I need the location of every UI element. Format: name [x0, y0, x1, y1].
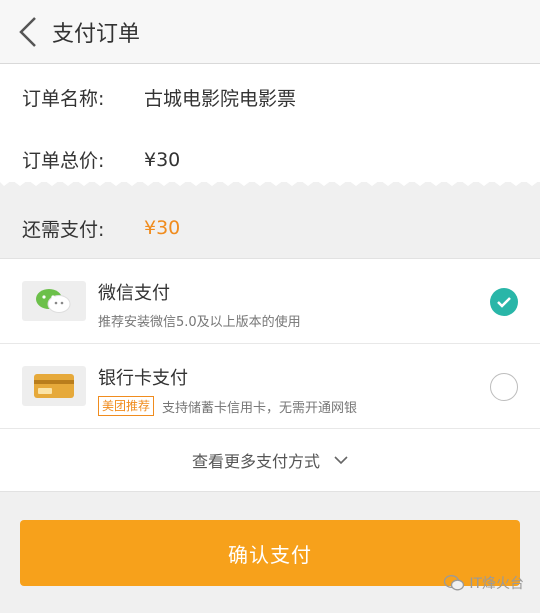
recommended-badge: 美团推荐 — [98, 396, 155, 416]
order-total-value: ¥30 — [144, 148, 181, 171]
order-name-value: 古城电影院电影票 — [144, 88, 297, 110]
payment-option-description-text: 推荐安装微信5.0及以上版本的使用 — [98, 315, 301, 330]
payment-option-description: 美团推荐 支持储蓄卡信用卡，无需开通网银 — [98, 396, 357, 416]
wechat-pay-icon — [22, 281, 86, 321]
more-payment-methods-label: 查看更多支付方式 — [191, 452, 320, 471]
unselected-radio[interactable] — [490, 373, 518, 401]
watermark-text: IT烽火台 — [469, 576, 524, 592]
more-payment-methods-link[interactable]: 查看更多支付方式 — [0, 429, 540, 491]
order-name-row: 订单名称: 古城电影院电影票 — [22, 84, 296, 111]
remaining-label: 还需支付: — [22, 218, 105, 241]
watermark: IT烽火台 — [443, 573, 524, 593]
order-total-label: 订单总价: — [22, 150, 105, 172]
wechat-logo-icon — [444, 575, 465, 591]
payment-option-description: 推荐安装微信5.0及以上版本的使用 — [98, 311, 301, 330]
order-total-row: 订单总价: ¥30 — [22, 146, 180, 173]
back-button[interactable] — [6, 0, 50, 64]
bank-card-icon — [22, 366, 86, 406]
order-summary-card: 订单名称: 古城电影院电影票 订单总价: ¥30 — [0, 64, 540, 182]
remaining-value: ¥30 — [144, 217, 181, 239]
chevron-down-icon — [334, 455, 348, 464]
page-title: 支付订单 — [52, 21, 141, 47]
order-name-label: 订单名称: — [22, 88, 105, 110]
payment-option-wechat[interactable]: 微信支付 推荐安装微信5.0及以上版本的使用 — [0, 259, 540, 344]
payment-option-description-text: 支持储蓄卡信用卡，无需开通网银 — [162, 400, 358, 416]
back-arrow-icon — [19, 16, 36, 47]
payment-option-name: 微信支付 — [98, 283, 170, 304]
top-bar: 支付订单 — [0, 0, 540, 64]
remaining-payment-row: 还需支付: ¥30 — [0, 198, 540, 258]
payment-option-bank-card[interactable]: 银行卡支付 美团推荐 支持储蓄卡信用卡，无需开通网银 — [0, 344, 540, 429]
selected-check-icon[interactable] — [490, 288, 518, 316]
payment-method-list: 微信支付 推荐安装微信5.0及以上版本的使用 银行卡支付 美团推荐 支持储蓄卡信… — [0, 258, 540, 492]
ticket-edge-divider — [0, 176, 540, 186]
payment-option-name: 银行卡支付 — [98, 368, 188, 389]
